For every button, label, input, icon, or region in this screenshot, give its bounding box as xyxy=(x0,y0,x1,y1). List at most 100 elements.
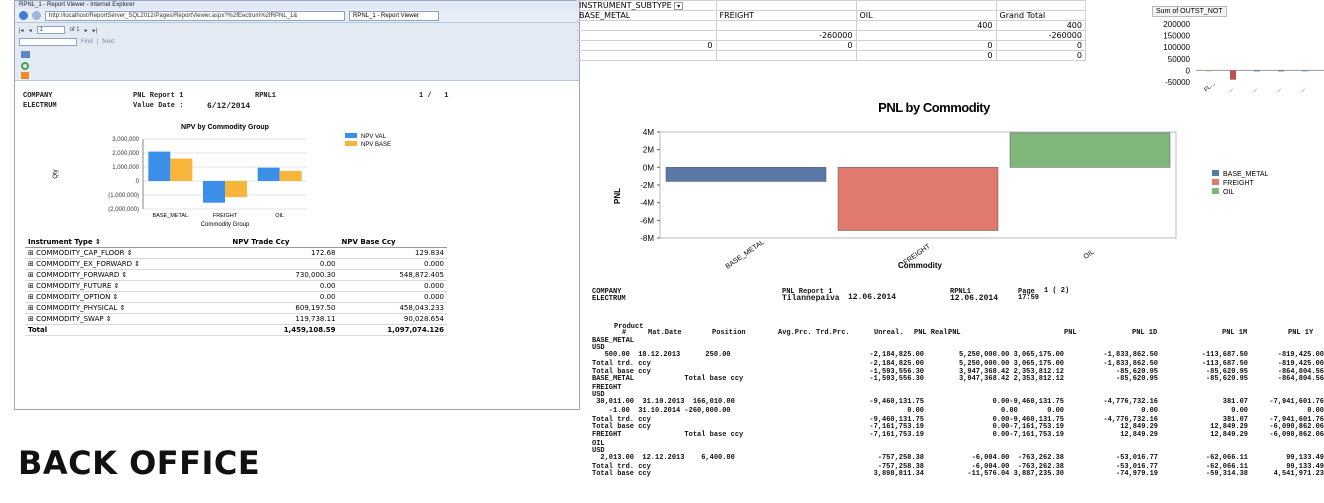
pivot-cell[interactable] xyxy=(576,50,717,61)
pivot-col-oil[interactable]: OIL xyxy=(855,10,997,21)
report-line-value: -53,016.77 xyxy=(1115,454,1158,462)
npv-trade-cell: 0.00 xyxy=(229,280,339,292)
pivot-cell[interactable]: 0 xyxy=(995,50,1086,61)
pnl-col-pnl-1m: PNL 1M xyxy=(1222,329,1248,337)
bar xyxy=(1230,70,1236,80)
feed-icon[interactable] xyxy=(21,72,29,79)
instrument-type-cell[interactable]: ⊞ COMMODITY_OPTION ⇕ xyxy=(25,291,230,303)
pivot-cell[interactable] xyxy=(715,50,857,61)
pnl-col-pnl: PNL xyxy=(948,329,961,337)
company-value: ELECTRUM xyxy=(23,102,57,110)
report-line-value: 0.00-9,460,131.75 xyxy=(992,398,1064,407)
pivot-cell[interactable] xyxy=(576,30,717,41)
table-row[interactable]: ⊞ COMMODITY_OPTION ⇕ 0.00 0.000 xyxy=(25,291,447,303)
x-tick-label: ... xyxy=(1275,86,1283,94)
instrument-type-cell[interactable]: ⊞ COMMODITY_EX_FORWARD ⇕ xyxy=(25,258,230,270)
pnl-col-avg-prc: Avg.Prc. xyxy=(778,329,812,337)
filter-dropdown-icon[interactable]: ▾ xyxy=(674,2,684,10)
report-line-value: -11,576.04 3,887,235.30 xyxy=(967,470,1064,479)
pivot-cell[interactable]: -260000 xyxy=(715,30,857,41)
find-bar: Find | Next xyxy=(19,38,115,46)
instrument-type-cell[interactable]: ⊞ COMMODITY_PHYSICAL ⇕ xyxy=(25,302,230,314)
table-row[interactable]: ⊞ COMMODITY_CAP_FLOOR ⇕ 172.68 129.834 xyxy=(25,247,447,259)
table-row[interactable]: ⊞ COMMODITY_SWAP ⇕ 119,738.11 90,028.654 xyxy=(25,313,447,325)
report-line-label: BASE_METAL Total base ccy xyxy=(592,374,744,383)
instrument-type-cell[interactable]: ⊞ COMMODITY_SWAP ⇕ xyxy=(25,313,230,325)
pivot-cell[interactable]: 0 xyxy=(995,40,1086,51)
npv-base-cell: 548,872.405 xyxy=(338,269,447,281)
forward-icon[interactable] xyxy=(32,11,41,20)
last-page-icon[interactable]: ▸| xyxy=(93,27,98,34)
find-input[interactable] xyxy=(19,38,77,46)
pivot-cell[interactable] xyxy=(576,20,717,31)
y-tick-label: 200000 xyxy=(1163,20,1190,29)
pivot-col-grand-total[interactable]: Grand Total xyxy=(995,10,1086,21)
pivot-cell[interactable]: -260000 xyxy=(995,30,1086,41)
col-npv-trade[interactable]: NPV Trade Ccy xyxy=(229,237,339,248)
y-axis-label: Qty xyxy=(53,169,59,178)
pivot-col-base-metal[interactable]: BASE_METAL xyxy=(576,10,717,21)
legend-swatch xyxy=(1212,170,1219,176)
pivot-header-row: BASE_METAL FREIGHT OIL Grand Total xyxy=(576,10,1086,21)
back-icon[interactable] xyxy=(19,11,28,20)
col-npv-base[interactable]: NPV Base Ccy xyxy=(338,237,447,248)
pivot-cell[interactable]: 0 xyxy=(855,50,997,61)
table-total-row: Total 1,459,108.59 1,097,074.126 xyxy=(25,324,447,336)
next-link[interactable]: Next xyxy=(102,39,114,45)
report-line-value: 99,133.49 xyxy=(1286,454,1324,462)
npv-trade-cell: 172.68 xyxy=(229,247,339,259)
refresh-icon[interactable] xyxy=(21,62,29,70)
npv-base-cell: 0.000 xyxy=(338,258,447,270)
table-row[interactable]: ⊞ COMMODITY_EX_FORWARD ⇕ 0.00 0.000 xyxy=(25,258,447,270)
x-tick-label: FREIGHT xyxy=(213,213,238,219)
bar xyxy=(665,167,827,182)
report-line-value: -85,620.95 xyxy=(1115,374,1158,383)
pivot-cell[interactable] xyxy=(855,30,997,41)
pivot-filter-cell[interactable]: INSTRUMENT_SUBTYPE ▾ xyxy=(576,0,717,11)
col-instrument-type[interactable]: Instrument Type ⇕ xyxy=(25,237,230,248)
pivot-cell[interactable]: 0 xyxy=(715,40,857,51)
pivot-row: 00 xyxy=(576,50,1086,61)
pivot-cell[interactable] xyxy=(715,20,857,31)
instrument-type-cell[interactable]: ⊞ COMMODITY_FUTURE ⇕ xyxy=(25,280,230,292)
report-line-label: FREIGHT Total base ccy xyxy=(592,430,744,439)
instrument-type-cell[interactable]: ⊞ COMMODITY_FORWARD ⇕ xyxy=(25,269,230,281)
pivot-col-freight[interactable]: FREIGHT xyxy=(715,10,857,21)
report-line-value: 5,250,000.00 3,065,175.00 xyxy=(958,351,1064,360)
report-line-value: -819,425.00 xyxy=(1277,351,1324,360)
report-viewer-window: RPNL_1 - Report Viewer - Internet Explor… xyxy=(14,0,580,410)
prev-page-icon[interactable]: ◂ xyxy=(29,27,32,34)
report-line-label: Total base ccy xyxy=(592,470,651,479)
tab-report-viewer[interactable]: RPNL_1 - Report Viewer xyxy=(349,10,439,21)
pivot-empty xyxy=(855,0,997,11)
bar xyxy=(1254,70,1260,72)
pivot-cell[interactable]: 400 xyxy=(995,20,1086,31)
y-tick-label: 2,000,000 xyxy=(112,151,139,157)
pivot-cell[interactable]: 0 xyxy=(855,40,997,51)
table-row[interactable]: ⊞ COMMODITY_FUTURE ⇕ 0.00 0.000 xyxy=(25,280,447,292)
npv-base-cell: 129.834 xyxy=(338,247,447,259)
report-toolbar: |◂ ◂ 1 of 1 ▸ ▸| Find | Next xyxy=(15,23,579,81)
url-input[interactable]: http://localhost/ReportServer_SQL2012/Pa… xyxy=(45,10,345,21)
next-page-icon[interactable]: ▸ xyxy=(85,27,88,34)
x-tick-label: ... xyxy=(1227,86,1235,94)
first-page-icon[interactable]: |◂ xyxy=(19,27,24,34)
y-tick-label: 150000 xyxy=(1163,32,1190,41)
find-link[interactable]: Find xyxy=(81,39,93,45)
y-tick-label: 0M xyxy=(643,163,654,172)
y-tick-label: -2M xyxy=(640,181,654,190)
pnl-company-value: ELECTRUM xyxy=(592,295,626,303)
chart-title: PNL by Commodity xyxy=(878,100,991,115)
pivot-empty xyxy=(715,0,857,11)
pivot-cell[interactable]: 0 xyxy=(576,40,717,51)
export-icon[interactable] xyxy=(21,51,30,58)
x-tick-label: OIL xyxy=(275,213,284,219)
table-row[interactable]: ⊞ COMMODITY_FORWARD ⇕ 730,000.30 548,872.4… xyxy=(25,269,447,281)
report-line-value: -74,979.19 xyxy=(1115,470,1158,479)
table-row[interactable]: ⊞ COMMODITY_PHYSICAL ⇕ 609,197.50 458,043.… xyxy=(25,302,447,314)
pivot-cell[interactable]: 400 xyxy=(855,20,997,31)
instrument-type-cell[interactable]: ⊞ COMMODITY_CAP_FLOOR ⇕ xyxy=(25,247,230,259)
bar xyxy=(203,181,225,203)
outst-chart-title[interactable]: Sum of OUTST_NOT xyxy=(1152,6,1227,17)
page-input[interactable]: 1 xyxy=(36,26,65,34)
